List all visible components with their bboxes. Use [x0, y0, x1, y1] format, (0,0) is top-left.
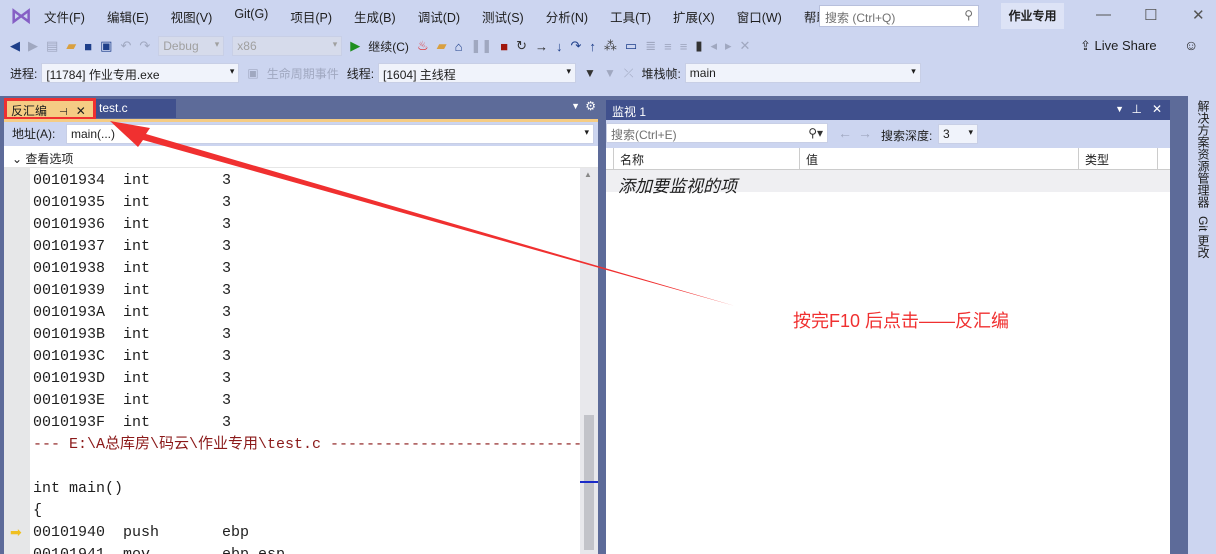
red-arrow [110, 121, 735, 306]
annotation-text: 按完F10 后点击——反汇编 [793, 311, 1010, 331]
annotation-arrow [110, 121, 735, 306]
